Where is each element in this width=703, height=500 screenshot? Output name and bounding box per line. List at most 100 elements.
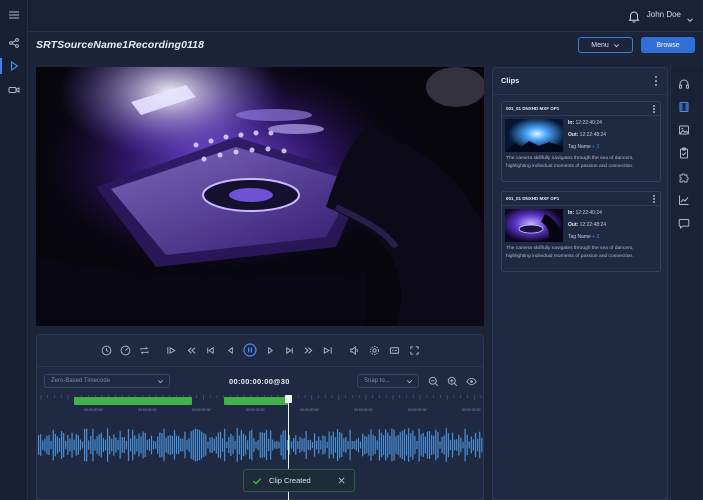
chevron-down-icon[interactable] (686, 11, 694, 23)
waveform-bar (117, 439, 119, 451)
share-icon[interactable] (7, 36, 21, 50)
toast-notification: Clip Created (243, 469, 355, 492)
waveform-bar (144, 432, 146, 458)
waveform-bar (230, 433, 232, 457)
waveform-bar (94, 439, 96, 451)
waveform-bar (121, 437, 123, 453)
camera-icon[interactable] (7, 83, 21, 97)
clip-card[interactable]: 001_01 DNXHD MXF OP1 In: 12:22:40:24 Out… (501, 191, 661, 272)
film-icon[interactable] (678, 101, 690, 113)
waveform-bar (445, 428, 447, 462)
waveform-bar (336, 429, 339, 461)
timecode-mode-select[interactable]: Zero-Based Timecode (44, 374, 170, 388)
ruler-label: 00:00:00:00 (246, 408, 265, 412)
more-options-icon[interactable] (654, 76, 657, 86)
clip-tags[interactable]: Tag Name + 3 (568, 144, 599, 150)
waveform-bar (431, 435, 433, 455)
chevron-down-icon (158, 380, 163, 384)
clipboard-check-icon[interactable] (678, 147, 690, 159)
menu-button-label: Menu (591, 41, 609, 49)
clip-in: In: 12:22:40:24 (568, 120, 602, 126)
comment-icon[interactable] (678, 217, 690, 229)
headphones-icon[interactable] (678, 78, 690, 90)
zoom-out-icon[interactable] (427, 375, 439, 387)
speed-icon[interactable] (119, 344, 131, 356)
waveform-bar (83, 428, 86, 462)
waveform-bar (412, 430, 414, 460)
settings-icon[interactable] (368, 344, 380, 356)
waveform-bar (345, 437, 347, 453)
divider (502, 115, 660, 116)
go-to-start-icon[interactable] (165, 344, 177, 356)
clip-in: In: 12:22:40:24 (568, 210, 602, 216)
rewind-icon[interactable] (185, 344, 197, 356)
clip-card[interactable]: 001_01 DNXHD MXF OP1 In: 12:22:40:24 Out… (501, 101, 661, 182)
waveform-bar (458, 434, 460, 456)
waveform-bar (46, 435, 48, 455)
audio-waveform[interactable] (37, 425, 483, 465)
step-forward-icon[interactable] (264, 344, 276, 356)
menu-icon[interactable] (7, 8, 21, 22)
waveform-bar (426, 431, 429, 459)
waveform-bar (186, 440, 188, 450)
ruler-label: 00:00:00:00 (354, 408, 373, 412)
waveform-bar (318, 436, 320, 454)
snap-to-select[interactable]: Snap to... (357, 374, 419, 388)
fast-forward-icon[interactable] (302, 344, 314, 356)
waveform-bar (155, 441, 157, 449)
clip-out: Out: 12:22:48:24 (568, 222, 607, 228)
waveform-bar (119, 431, 121, 459)
user-name[interactable]: John Doe (647, 10, 681, 19)
previous-icon[interactable] (204, 344, 216, 356)
eye-icon[interactable] (465, 375, 477, 387)
play-icon[interactable] (7, 59, 21, 73)
waveform-bar (290, 441, 293, 449)
volume-icon[interactable] (348, 344, 360, 356)
browse-button[interactable]: Browse (641, 37, 695, 53)
next-icon[interactable] (283, 344, 295, 356)
pause-icon[interactable] (243, 343, 257, 357)
waveform-bar (479, 431, 481, 459)
bell-icon[interactable] (627, 9, 641, 23)
waveform-bar (357, 437, 360, 453)
waveform-bar (395, 436, 397, 454)
loop-icon[interactable] (138, 344, 150, 356)
go-to-end-icon[interactable] (321, 344, 333, 356)
waveform-bar (157, 436, 159, 454)
waveform-bar (376, 440, 378, 450)
zoom-in-icon[interactable] (446, 375, 458, 387)
more-options-icon[interactable] (652, 195, 655, 203)
step-back-icon[interactable] (224, 344, 236, 356)
video-preview[interactable] (36, 67, 484, 326)
waveform-bar (309, 439, 311, 451)
captions-icon[interactable] (388, 344, 400, 356)
waveform-bar (378, 429, 380, 461)
clock-icon[interactable] (100, 344, 112, 356)
more-options-icon[interactable] (652, 105, 655, 113)
waveform-bar (477, 438, 479, 452)
waveform-bar (437, 431, 439, 459)
active-indicator (0, 58, 2, 74)
waveform-bar (441, 436, 443, 454)
clip-thumbnail (505, 119, 563, 152)
transport-controls (37, 335, 483, 365)
fullscreen-icon[interactable] (408, 344, 420, 356)
playhead-handle[interactable] (285, 395, 292, 403)
clip-range[interactable] (74, 397, 192, 405)
chart-icon[interactable] (678, 194, 690, 206)
waveform-bar (100, 432, 102, 458)
waveform-bar (276, 440, 278, 450)
clip-tags[interactable]: Tag Name + 3 (568, 234, 599, 240)
waveform-bar (261, 432, 263, 458)
waveform-bar (77, 435, 79, 455)
waveform-bar (282, 430, 284, 460)
puzzle-icon[interactable] (678, 171, 690, 183)
waveform-bar (247, 440, 249, 450)
close-icon[interactable] (337, 476, 346, 485)
waveform-bar (313, 433, 316, 457)
waveform-bar (405, 434, 408, 456)
clip-range[interactable] (224, 397, 288, 405)
left-rail (0, 0, 28, 500)
image-icon[interactable] (678, 124, 690, 136)
menu-button[interactable]: Menu (578, 37, 633, 53)
